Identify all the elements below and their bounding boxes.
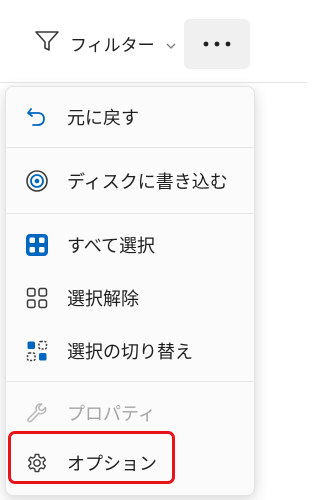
menu-item-label: オプション <box>67 454 157 475</box>
select-none-icon <box>24 285 50 311</box>
undo-icon <box>24 104 50 130</box>
invert-selection-icon <box>24 338 50 364</box>
menu-item-options[interactable]: オプション <box>11 439 249 487</box>
file-explorer-window: フィルター 元に戻す ディスクに書き込む すべて選択 選択解除 選択の切り替え … <box>0 0 307 500</box>
menu-item-burn-disc[interactable]: ディスクに書き込む <box>11 157 249 205</box>
menu-item-label: すべて選択 <box>67 236 156 257</box>
more-options-menu: 元に戻す ディスクに書き込む すべて選択 選択解除 選択の切り替え プロパティ … <box>5 86 255 496</box>
filter-funnel-icon <box>34 29 60 57</box>
menu-item-select-all[interactable]: すべて選択 <box>11 221 249 269</box>
menu-item-undo[interactable]: 元に戻す <box>11 93 249 141</box>
filter-button[interactable]: フィルター <box>28 23 183 63</box>
menu-item-select-none[interactable]: 選択解除 <box>11 274 249 322</box>
filter-label: フィルター <box>70 35 155 56</box>
more-options-button[interactable] <box>184 19 250 69</box>
menu-separator <box>7 147 253 148</box>
menu-item-label: プロパティ <box>67 404 156 425</box>
wrench-icon <box>24 400 50 426</box>
more-horizontal-icon <box>202 40 232 48</box>
menu-item-label: 選択の切り替え <box>67 342 193 363</box>
menu-item-invert-selection[interactable]: 選択の切り替え <box>11 327 249 375</box>
gear-icon <box>24 450 50 476</box>
menu-separator <box>7 381 253 382</box>
command-bar: フィルター <box>0 0 307 83</box>
chevron-down-icon <box>165 37 177 49</box>
burn-disc-icon <box>24 168 50 194</box>
menu-separator <box>7 213 253 214</box>
menu-item-label: 選択解除 <box>67 289 139 310</box>
menu-item-properties: プロパティ <box>11 389 249 437</box>
menu-item-label: 元に戻す <box>67 108 139 129</box>
select-all-icon <box>24 232 50 258</box>
menu-item-label: ディスクに書き込む <box>67 172 228 193</box>
